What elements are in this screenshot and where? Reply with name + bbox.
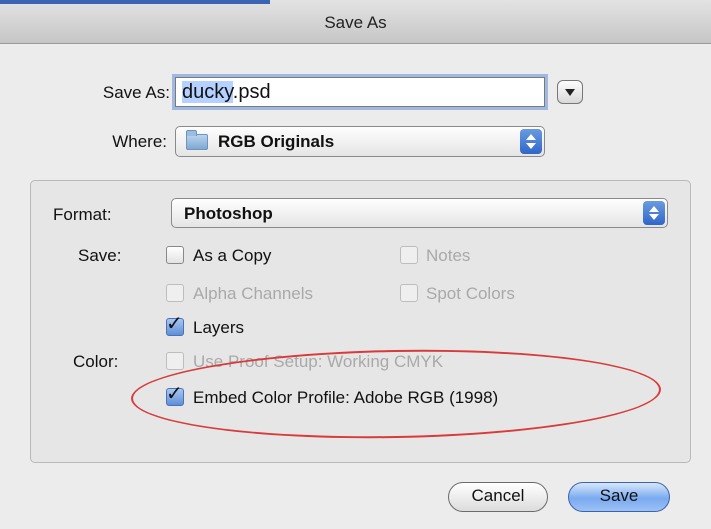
where-popup[interactable]: RGB Originals [175,126,545,157]
as-a-copy-checkbox[interactable] [166,246,184,264]
title-bar: Save As [0,0,711,44]
notes-label: Notes [426,246,471,265]
format-value: Photoshop [184,204,273,223]
layers-checkbox[interactable]: ✓ [166,313,184,336]
color-options-label: Color: [73,352,119,371]
checkmark-icon: ✓ [166,313,183,335]
cancel-button[interactable]: Cancel [448,482,548,512]
folder-icon [186,130,208,150]
spot-colors-label: Spot Colors [426,284,515,303]
window-title: Save As [324,13,387,32]
expand-browser-button[interactable] [557,80,583,104]
where-label: Where: [112,132,167,151]
save-options-label: Save: [78,246,122,265]
popup-arrows-icon [643,201,665,225]
filename-extension: .psd [232,81,271,103]
save-button[interactable]: Save [568,482,670,512]
title-bar-accent [0,0,270,4]
save-as-label: Save As: [102,83,170,102]
notes-checkbox[interactable] [400,246,418,264]
alpha-channels-label: Alpha Channels [193,284,314,303]
disclosure-triangle-icon [565,89,575,96]
where-value: RGB Originals [218,132,335,151]
format-popup[interactable]: Photoshop [171,198,668,228]
use-proof-setup-checkbox[interactable] [166,352,184,370]
layers-label: Layers [193,318,245,337]
popup-arrows-icon [520,129,542,154]
filename-input[interactable]: ducky.psd [175,77,545,107]
alpha-channels-checkbox[interactable] [166,284,184,302]
as-a-copy-label: As a Copy [193,246,272,265]
spot-colors-checkbox[interactable] [400,284,418,302]
format-label: Format: [53,205,112,224]
filename-selected-text: ducky [182,81,233,103]
